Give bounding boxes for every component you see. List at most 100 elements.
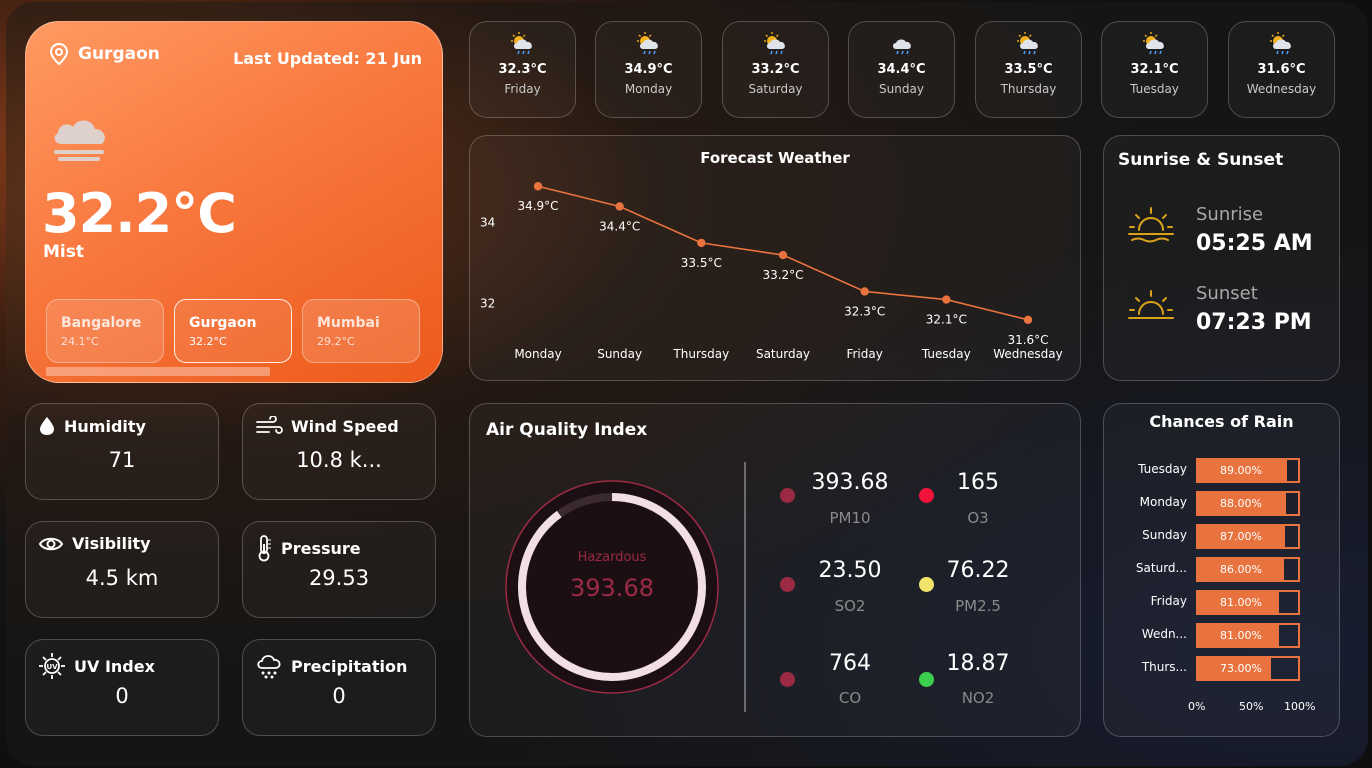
sunrise-time: 05:25 AM: [1196, 231, 1313, 256]
city-scrollbar[interactable]: [46, 367, 270, 376]
forecast-day-tile[interactable]: 32.3°C Friday: [469, 21, 576, 118]
eye-icon: [38, 537, 64, 550]
sun-cloud-rain-icon: [510, 32, 532, 55]
forecast-data-label: 33.2°C: [762, 268, 803, 282]
x-tick-label: Friday: [846, 347, 882, 361]
rain-bar-track: 81.00%: [1196, 623, 1300, 648]
location-row: Gurgaon: [48, 42, 160, 66]
forecast-point[interactable]: [615, 202, 624, 211]
forecast-day-tile[interactable]: 33.5°C Thursday: [975, 21, 1082, 118]
current-temperature: 32.2°C: [42, 182, 237, 245]
forecast-day-tile[interactable]: 31.6°C Wednesday: [1228, 21, 1335, 118]
day-name: Sunday: [879, 82, 924, 96]
day-temp: 33.5°C: [1004, 62, 1053, 77]
forecast-day-tile[interactable]: 34.9°C Monday: [595, 21, 702, 118]
rain-data-label: 87.00%: [1220, 530, 1262, 543]
forecast-day-tile[interactable]: 32.1°C Tuesday: [1101, 21, 1208, 118]
forecast-data-label: 34.9°C: [517, 199, 558, 213]
visibility-value: 4.5 km: [85, 566, 159, 590]
sun-cloud-rain-icon: [636, 32, 658, 55]
forecast-point[interactable]: [860, 287, 869, 296]
location-name: Gurgaon: [78, 44, 160, 64]
pollutant-value: 165: [957, 470, 999, 495]
sun-cloud-rain-icon: [1016, 32, 1038, 55]
day-name: Saturday: [748, 82, 803, 96]
precipitation-value: 0: [332, 684, 346, 708]
forecast-data-label: 32.1°C: [926, 313, 967, 327]
thermometer-icon: [258, 535, 271, 562]
chances-of-rain-card: Chances of Rain Tuesday 89.00% Monday 88.00…: [1103, 403, 1340, 737]
forecast-point[interactable]: [697, 238, 706, 248]
rain-category-label: Wedn...: [1141, 627, 1187, 641]
day-name: Wednesday: [1246, 82, 1317, 96]
rain-data-label: 86.00%: [1220, 563, 1262, 576]
x-tick-label: Wednesday: [993, 347, 1062, 361]
rain-bar-track: 81.00%: [1196, 590, 1300, 615]
pollutant-value: 23.50: [818, 558, 882, 583]
rain-category-label: Thurs...: [1141, 660, 1187, 674]
aqi-divider: [744, 462, 746, 712]
sunset-icon: [1128, 290, 1174, 319]
visibility-card: Visibility 4.5 km: [25, 521, 219, 618]
cloud-rain-icon: [257, 655, 281, 679]
day-name: Monday: [624, 82, 673, 96]
rain-bar-track: 89.00%: [1196, 458, 1300, 483]
forecast-point[interactable]: [942, 295, 951, 304]
last-updated: Last Updated: 21 Jun: [233, 49, 422, 68]
forecast-day-tile[interactable]: 34.4°C Sunday: [848, 21, 955, 118]
day-temp: 32.1°C: [1130, 62, 1179, 77]
uv-sun-icon: UV: [39, 653, 65, 679]
cloud-rain-icon: [892, 39, 911, 55]
sun-cloud-rain-icon: [1142, 32, 1164, 55]
pollutant-dot: [780, 672, 795, 687]
pollutant-name: PM2.5: [955, 597, 1001, 615]
metric-label: Humidity: [64, 416, 146, 436]
sun-cloud-rain-icon: [763, 32, 785, 55]
pollutant-name: NO2: [961, 689, 995, 707]
pollutant-dot: [780, 488, 795, 503]
forecast-data-label: 32.3°C: [844, 304, 885, 318]
rain-bar-row: Friday 81.00%: [1104, 590, 1341, 615]
pollutant-name: CO: [838, 689, 862, 707]
rain-bar-row: Monday 88.00%: [1104, 491, 1341, 516]
city-chip-mumbai[interactable]: Mumbai 29.2°C: [302, 299, 420, 363]
x-tick-label: Sunday: [597, 347, 642, 361]
city-chip-temp: 24.1°C: [61, 335, 99, 348]
pollutant-name: PM10: [829, 509, 871, 527]
pollutant-dot: [780, 577, 795, 592]
x-tick-label: Monday: [514, 347, 561, 361]
sunrise-sunset-card: Sunrise & Sunset Sunrise 05:25 AM Sunset…: [1103, 135, 1340, 381]
forecast-point[interactable]: [533, 182, 543, 191]
forecast-day-tile[interactable]: 33.2°C Saturday: [722, 21, 829, 118]
current-condition: Mist: [43, 242, 84, 262]
forecast-line-chart: 34 32 34.9°C Monday 34.4°C Sunday 33.5°C Thursd…: [480, 182, 1063, 361]
city-chip-temp: 32.2°C: [189, 335, 227, 348]
forecast-point[interactable]: [1023, 315, 1033, 325]
precipitation-card: Precipitation 0: [242, 639, 436, 736]
rain-data-label: 73.00%: [1220, 662, 1262, 675]
uv-index-card: UV UV Index 0: [25, 639, 219, 736]
rain-category-label: Saturd...: [1135, 561, 1187, 575]
air-quality-card: Air Quality Index Hazardous 393.68 393.6…: [469, 403, 1081, 737]
aqi-value: 393.68: [570, 574, 654, 602]
rain-x-tick: 0%: [1188, 700, 1206, 713]
rain-data-label: 88.00%: [1220, 497, 1262, 510]
forecast-point[interactable]: [778, 250, 788, 260]
rain-bar-row: Sunday 87.00%: [1104, 524, 1341, 549]
forecast-chart-card: Forecast Weather 34 32 34.9°C Monday 34.4°C S…: [469, 135, 1081, 381]
pressure-card: Pressure 29.53: [242, 521, 436, 618]
city-chip-gurgaon[interactable]: Gurgaon 32.2°C: [174, 299, 292, 363]
wind-icon: [256, 416, 283, 434]
rain-data-label: 81.00%: [1220, 596, 1262, 609]
sunset-time: 07:23 PM: [1196, 310, 1312, 335]
location-pin-icon: [49, 42, 69, 66]
x-tick-label: Tuesday: [921, 347, 971, 361]
city-chip-bangalore[interactable]: Bangalore 24.1°C: [46, 299, 164, 363]
pollutant-value: 764: [829, 651, 871, 676]
aqi-status: Hazardous: [577, 550, 647, 565]
pollutant-value: 18.87: [946, 651, 1010, 676]
aqi-title: Air Quality Index: [486, 420, 648, 440]
metric-label: Precipitation: [291, 656, 408, 676]
cloud-mist-icon: [54, 120, 105, 161]
sunrise-icon: [1128, 207, 1174, 243]
